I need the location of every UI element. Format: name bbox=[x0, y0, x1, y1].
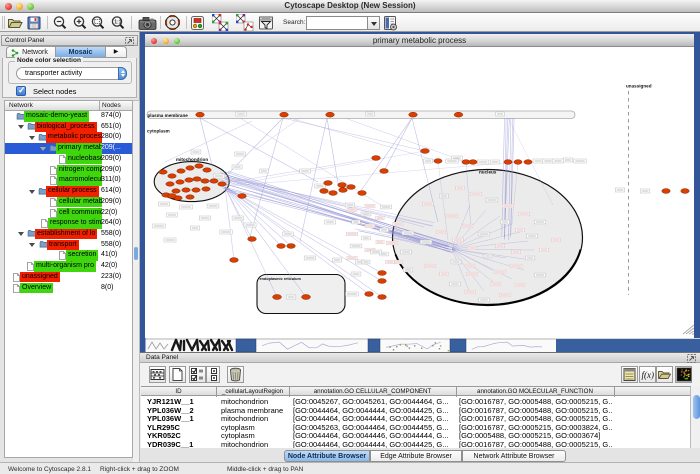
svg-text:nucleus: nucleus bbox=[479, 170, 497, 175]
svg-text:unassigned: unassigned bbox=[626, 84, 652, 89]
svg-text:f(x): f(x) bbox=[641, 370, 654, 380]
svg-text:plasma membrane: plasma membrane bbox=[148, 113, 189, 118]
svg-text:endoplasmic reticulum: endoplasmic reticulum bbox=[260, 277, 302, 281]
svg-text:1:1: 1:1 bbox=[114, 19, 121, 25]
svg-text:mitochondrion: mitochondrion bbox=[176, 157, 208, 162]
svg-text:cytoplasm: cytoplasm bbox=[147, 129, 170, 134]
